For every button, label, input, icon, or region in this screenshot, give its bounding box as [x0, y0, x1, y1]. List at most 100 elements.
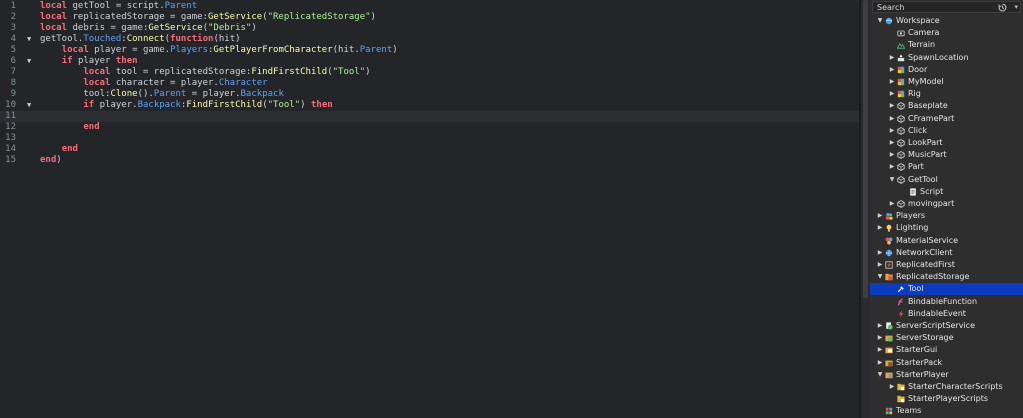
tree-item-tool[interactable]: Tool	[870, 283, 1023, 296]
script-icon	[909, 188, 917, 196]
expand-arrow-icon[interactable]: ▶	[889, 125, 895, 137]
expand-arrow-icon[interactable]: ▶	[889, 113, 895, 125]
part-icon	[897, 163, 905, 172]
collapse-arrow-icon[interactable]: ▼	[877, 271, 883, 283]
tree-item-players[interactable]: ▶ Players	[870, 210, 1023, 222]
tree-item-door[interactable]: ▶ Door	[870, 64, 1023, 76]
tree-item-startergui[interactable]: ▶ StarterGui	[870, 344, 1023, 356]
expand-arrow-icon[interactable]: ▶	[877, 320, 883, 332]
expand-arrow-icon[interactable]: ▶	[889, 76, 895, 88]
tree-item-label: MaterialService	[896, 235, 959, 245]
collapse-arrow-icon[interactable]: ▼	[889, 174, 895, 186]
expand-arrow-icon[interactable]: ▶	[877, 210, 883, 222]
tree-item-lookpart[interactable]: ▶ LookPart	[870, 137, 1023, 149]
expand-arrow-icon[interactable]: ▶	[889, 64, 895, 76]
tree-item-label: Door	[908, 64, 928, 74]
tree-item-replicatedstorage[interactable]: ▼ ReplicatedStorage	[870, 271, 1023, 283]
expand-arrow-icon[interactable]: ▶	[889, 381, 895, 393]
code-line[interactable]: 1 local getTool = script.Parent	[0, 1, 859, 12]
tree-item-part[interactable]: ▶ Part	[870, 161, 1023, 173]
expand-arrow-icon[interactable]: ▶	[877, 357, 883, 369]
expand-arrow-icon[interactable]: ▶	[889, 161, 895, 173]
expand-arrow-icon[interactable]: ▶	[877, 332, 883, 344]
tree-item-materialservice[interactable]: MaterialService	[870, 235, 1023, 247]
tree-item-teams[interactable]: Teams	[870, 405, 1023, 417]
expand-arrow-icon[interactable]: ▶	[877, 259, 883, 271]
code-token: = player.	[186, 89, 241, 99]
tree-item-bindablefunction[interactable]: BindableFunction	[870, 296, 1023, 308]
code-line[interactable]: 6 ▼ if player then	[0, 56, 859, 67]
tree-item-starterplayer[interactable]: ▼ StarterPlayer	[870, 369, 1023, 381]
code-line[interactable]: 9 tool:Clone().Parent = player.Backpack	[0, 89, 859, 100]
code-line[interactable]: 11	[0, 111, 859, 122]
code-line[interactable]: 2 local replicatedStorage = game:GetServi…	[0, 12, 859, 23]
tree-item-starterplayerscripts[interactable]: StarterPlayerScripts	[870, 393, 1023, 405]
explorer-search-input[interactable]: Search ▾	[872, 1, 1021, 13]
replicated-storage-icon	[885, 273, 893, 281]
tree-item-musicpart[interactable]: ▶ MusicPart	[870, 149, 1023, 161]
tree-item-baseplate[interactable]: ▶ Baseplate	[870, 100, 1023, 112]
tree-item-rig[interactable]: ▶ Rig	[870, 88, 1023, 100]
expand-arrow-icon[interactable]: ▶	[889, 100, 895, 112]
code-token: Backpack	[137, 100, 181, 110]
collapse-arrow-icon[interactable]: ▼	[877, 15, 883, 27]
code-text: end	[40, 122, 99, 133]
tree-item-bindableevent[interactable]: BindableEvent	[870, 308, 1023, 320]
code-line[interactable]: 14 end	[0, 144, 859, 155]
tree-item-mymodel[interactable]: ▶ MyModel	[870, 76, 1023, 88]
fold-arrow-icon[interactable]: ▼	[27, 100, 31, 111]
tree-item-networkclient[interactable]: ▶ NetworkClient	[870, 247, 1023, 259]
code-line[interactable]: 15 end)	[0, 155, 859, 166]
tree-item-spawnlocation[interactable]: ▶ SpawnLocation	[870, 52, 1023, 64]
expand-arrow-icon[interactable]: ▶	[877, 344, 883, 356]
expand-arrow-icon[interactable]: ▶	[889, 137, 895, 149]
tree-item-label: Script	[920, 186, 944, 196]
tree-item-label: StarterPlayer	[896, 369, 949, 379]
fold-arrow-icon[interactable]: ▼	[27, 34, 31, 45]
tree-item-label: Baseplate	[908, 101, 948, 111]
code-line[interactable]: 3 local debris = game:GetService("Debris"…	[0, 23, 859, 34]
tree-item-replicatedfirst[interactable]: ▶ ReplicatedFirst	[870, 259, 1023, 271]
tree-item-serverstorage[interactable]: ▶ ServerStorage	[870, 332, 1023, 344]
tree-item-click[interactable]: ▶ Click	[870, 125, 1023, 137]
code-line[interactable]: 7 local tool = replicatedStorage:FindFir…	[0, 67, 859, 78]
code-line[interactable]: 5 local player = game.Players:GetPlayerF…	[0, 45, 859, 56]
part-icon	[897, 114, 905, 123]
code-line[interactable]: 4 ▼ getTool.Touched:Connect(function(hit)	[0, 34, 859, 45]
tree-item-movingpart[interactable]: ▶ movingpart	[870, 198, 1023, 210]
expand-arrow-icon[interactable]: ▶	[889, 88, 895, 100]
code-line[interactable]: 13	[0, 133, 859, 144]
tree-item-startercharacterscripts[interactable]: ▶ StarterCharacterScripts	[870, 381, 1023, 393]
code-token: Parent	[359, 45, 393, 55]
tree-item-cframepart[interactable]: ▶ CFramePart	[870, 113, 1023, 125]
code-line[interactable]: 10 ▼ if player.Backpack:FindFirstChild("T…	[0, 100, 859, 111]
expand-arrow-icon[interactable]: ▶	[889, 198, 895, 210]
scrollbar-thumb[interactable]	[863, 0, 868, 298]
tree-item-camera[interactable]: Camera	[870, 27, 1023, 39]
expand-arrow-icon[interactable]: ▶	[889, 52, 895, 64]
code-token: )	[392, 45, 398, 55]
tree-item-lighting[interactable]: ▶ Lighting	[870, 222, 1023, 234]
editor-scrollbar[interactable]	[861, 0, 870, 418]
collapse-arrow-icon[interactable]: ▼	[877, 369, 883, 381]
tree-item-script[interactable]: Script	[870, 186, 1023, 198]
script-editor[interactable]: 1 local getTool = script.Parent 2 local rep…	[0, 0, 859, 418]
expand-arrow-icon[interactable]: ▶	[877, 247, 883, 259]
chevron-down-icon[interactable]: ▾	[1014, 2, 1018, 13]
code-line[interactable]: 12 end	[0, 122, 859, 133]
code-line[interactable]: 8 local character = player.Character	[0, 78, 859, 89]
tree-item-serverscriptservice[interactable]: ▶ ServerScriptService	[870, 320, 1023, 332]
tree-item-terrain[interactable]: Terrain	[870, 39, 1023, 51]
expand-arrow-icon[interactable]: ▶	[877, 222, 883, 234]
line-number: 3	[10, 23, 16, 33]
fold-arrow-icon[interactable]: ▼	[27, 56, 31, 67]
part-icon	[897, 126, 905, 135]
tree-item-workspace[interactable]: ▼ Workspace	[870, 15, 1023, 27]
expand-arrow-icon[interactable]: ▶	[889, 149, 895, 161]
material-service-icon	[885, 237, 893, 245]
part-icon	[897, 139, 905, 147]
history-icon[interactable]	[998, 3, 1007, 12]
tree-item-starterpack[interactable]: ▶ StarterPack	[870, 357, 1023, 369]
code-token: local	[61, 45, 89, 55]
tree-item-gettool[interactable]: ▼ GetTool	[870, 174, 1023, 186]
